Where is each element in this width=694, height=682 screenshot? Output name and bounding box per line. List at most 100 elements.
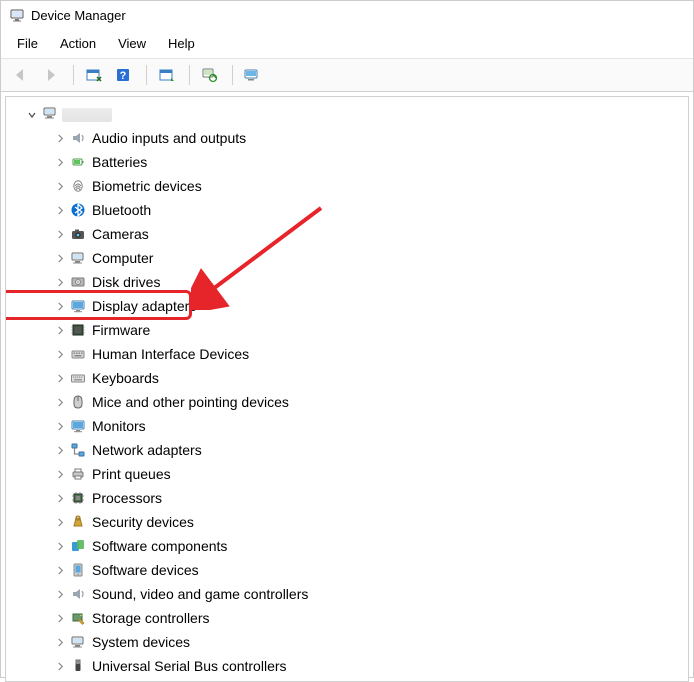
chevron-right-icon[interactable] — [54, 612, 66, 624]
tree-node-system[interactable]: System devices — [10, 630, 684, 654]
chevron-right-icon[interactable] — [54, 444, 66, 456]
chevron-right-icon[interactable] — [54, 564, 66, 576]
tree-node-computer[interactable]: Computer — [10, 246, 684, 270]
menu-action[interactable]: Action — [50, 33, 106, 54]
tree-node-label: Human Interface Devices — [92, 344, 249, 364]
chevron-right-icon[interactable] — [54, 636, 66, 648]
tree-node-label: Firmware — [92, 320, 150, 340]
chevron-right-icon[interactable] — [54, 204, 66, 216]
tree-root-node[interactable] — [10, 103, 684, 126]
chevron-right-icon[interactable] — [54, 468, 66, 480]
root-computer-name — [62, 108, 112, 122]
chevron-down-icon[interactable] — [26, 109, 38, 121]
chevron-right-icon[interactable] — [54, 300, 66, 312]
computer-icon — [69, 249, 87, 267]
biometric-icon — [69, 177, 87, 195]
chevron-right-icon[interactable] — [54, 348, 66, 360]
bluetooth-icon — [69, 201, 87, 219]
menu-file[interactable]: File — [7, 33, 48, 54]
chevron-right-icon[interactable] — [54, 324, 66, 336]
device-tree: Audio inputs and outputsBatteriesBiometr… — [5, 96, 689, 682]
tree-node-label: Display adapters — [92, 296, 196, 316]
tree-node-label: Monitors — [92, 416, 146, 436]
tree-node-display[interactable]: Display adapters — [10, 294, 684, 318]
security-icon — [69, 513, 87, 531]
tree-node-label: Storage controllers — [92, 608, 210, 628]
chevron-right-icon[interactable] — [54, 516, 66, 528]
action-menu-button[interactable] — [153, 63, 181, 87]
chevron-right-icon[interactable] — [54, 276, 66, 288]
chevron-right-icon[interactable] — [54, 132, 66, 144]
tree-node-security[interactable]: Security devices — [10, 510, 684, 534]
menubar: File Action View Help — [1, 29, 693, 59]
toolbar: ? — [1, 59, 693, 92]
tree-node-disk[interactable]: Disk drives — [10, 270, 684, 294]
tree-node-label: Biometric devices — [92, 176, 202, 196]
chevron-right-icon[interactable] — [54, 228, 66, 240]
tree-node-mice[interactable]: Mice and other pointing devices — [10, 390, 684, 414]
tree-node-label: Universal Serial Bus controllers — [92, 656, 287, 676]
menu-help[interactable]: Help — [158, 33, 205, 54]
tree-node-monitors[interactable]: Monitors — [10, 414, 684, 438]
tree-node-hid[interactable]: Human Interface Devices — [10, 342, 684, 366]
swcomp-icon — [69, 537, 87, 555]
chevron-right-icon[interactable] — [54, 492, 66, 504]
sound-icon — [69, 585, 87, 603]
tree-node-label: Print queues — [92, 464, 171, 484]
scan-hardware-button[interactable] — [196, 63, 224, 87]
tree-node-label: Software devices — [92, 560, 199, 580]
display-icon — [69, 297, 87, 315]
tree-node-label: Computer — [92, 248, 153, 268]
processors-icon — [69, 489, 87, 507]
tree-node-sound[interactable]: Sound, video and game controllers — [10, 582, 684, 606]
tree-node-batteries[interactable]: Batteries — [10, 150, 684, 174]
tree-node-biometric[interactable]: Biometric devices — [10, 174, 684, 198]
tree-node-usb[interactable]: Universal Serial Bus controllers — [10, 654, 684, 678]
monitors-icon — [69, 417, 87, 435]
tree-node-processors[interactable]: Processors — [10, 486, 684, 510]
tree-node-keyboards[interactable]: Keyboards — [10, 366, 684, 390]
device-manager-icon — [9, 7, 25, 23]
chevron-right-icon[interactable] — [54, 540, 66, 552]
tree-node-label: Software components — [92, 536, 227, 556]
chevron-right-icon[interactable] — [54, 396, 66, 408]
swdev-icon — [69, 561, 87, 579]
tree-node-cameras[interactable]: Cameras — [10, 222, 684, 246]
window-title: Device Manager — [31, 8, 126, 23]
nav-forward-button[interactable] — [37, 63, 65, 87]
chevron-right-icon[interactable] — [54, 156, 66, 168]
usb-icon — [69, 657, 87, 675]
tree-node-swdev[interactable]: Software devices — [10, 558, 684, 582]
cameras-icon — [69, 225, 87, 243]
menu-view[interactable]: View — [108, 33, 156, 54]
chevron-right-icon[interactable] — [54, 180, 66, 192]
tree-node-swcomp[interactable]: Software components — [10, 534, 684, 558]
chevron-right-icon[interactable] — [54, 588, 66, 600]
tree-node-audio[interactable]: Audio inputs and outputs — [10, 126, 684, 150]
nav-back-button[interactable] — [7, 63, 35, 87]
tree-node-network[interactable]: Network adapters — [10, 438, 684, 462]
tree-node-label: Sound, video and game controllers — [92, 584, 308, 604]
chevron-right-icon[interactable] — [54, 660, 66, 672]
toolbar-separator — [232, 65, 233, 85]
tree-node-storage[interactable]: Storage controllers — [10, 606, 684, 630]
tree-node-label: Network adapters — [92, 440, 202, 460]
tree-node-label: Processors — [92, 488, 162, 508]
tree-node-label: Mice and other pointing devices — [92, 392, 289, 412]
chevron-right-icon[interactable] — [54, 372, 66, 384]
chevron-right-icon[interactable] — [54, 420, 66, 432]
help-button[interactable]: ? — [110, 63, 138, 87]
tree-node-label: Security devices — [92, 512, 194, 532]
add-legacy-button[interactable] — [239, 63, 267, 87]
tree-node-printq[interactable]: Print queues — [10, 462, 684, 486]
firmware-icon — [69, 321, 87, 339]
tree-node-firmware[interactable]: Firmware — [10, 318, 684, 342]
storage-icon — [69, 609, 87, 627]
show-hidden-button[interactable] — [80, 63, 108, 87]
tree-node-label: Bluetooth — [92, 200, 151, 220]
tree-node-bluetooth[interactable]: Bluetooth — [10, 198, 684, 222]
chevron-right-icon[interactable] — [54, 252, 66, 264]
tree-node-label: Keyboards — [92, 368, 159, 388]
disk-icon — [69, 273, 87, 291]
tree-node-label: Cameras — [92, 224, 149, 244]
